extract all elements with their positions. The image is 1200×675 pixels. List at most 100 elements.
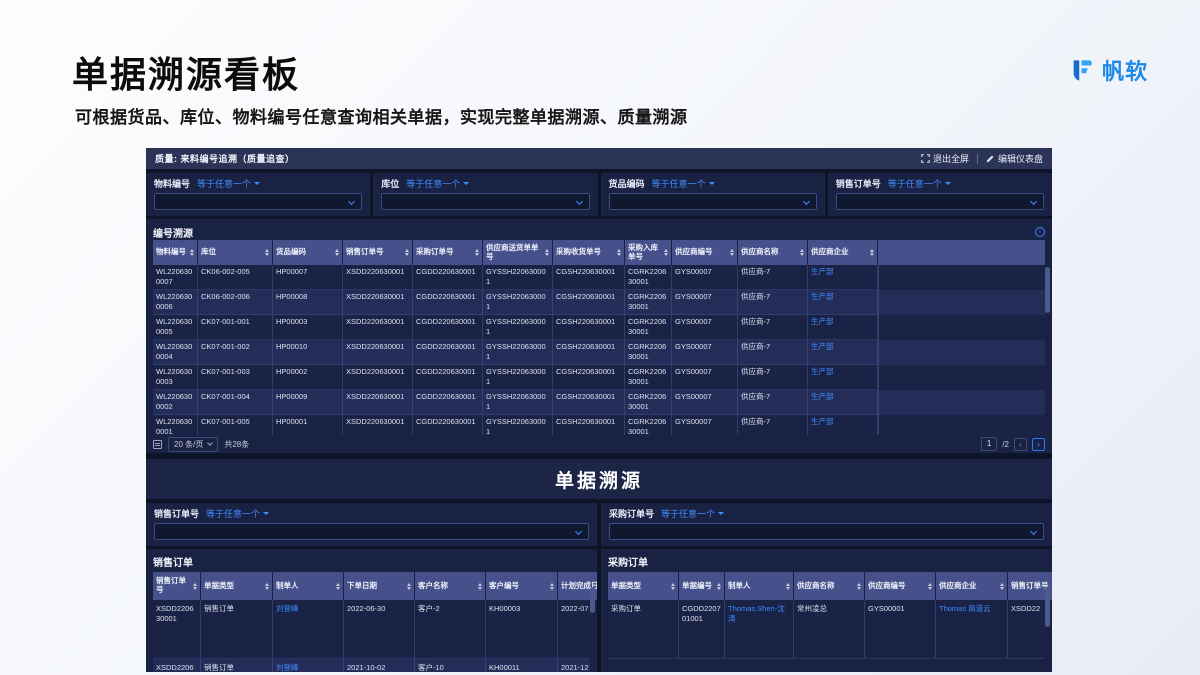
creator-link[interactable]: 刘登峰 — [273, 600, 344, 659]
scrollbar-thumb[interactable] — [1045, 587, 1050, 627]
filter-operator-dropdown[interactable]: 等于任意一个 — [661, 507, 725, 520]
column-header[interactable]: 供应商企业 — [936, 572, 1008, 600]
table-cell: CK07-001-001 — [198, 315, 273, 340]
column-header[interactable]: 单据编号 — [679, 572, 725, 600]
filter-operator-dropdown[interactable]: 等于任意一个 — [197, 177, 261, 190]
column-header-label: 销售订单号 — [156, 576, 186, 594]
column-header[interactable]: 制单人 — [273, 572, 344, 600]
table-cell: GYSSH220630001 — [483, 415, 553, 435]
table-cell: WL2206300006 — [153, 290, 198, 315]
column-header[interactable]: 采购入库单号 — [625, 240, 672, 265]
prev-page-button[interactable]: ‹ — [1014, 437, 1027, 451]
supplier-enterprise-link[interactable]: 生产部 — [808, 415, 878, 435]
filter-label-row: 销售订单号 等于任意一个 — [836, 178, 1044, 189]
scrollbar-thumb[interactable] — [590, 587, 595, 613]
filter-value-select[interactable] — [835, 193, 1044, 210]
page-size-select[interactable]: 20 条/页 — [168, 436, 219, 452]
column-header[interactable]: 供应商名称 — [738, 240, 808, 265]
supplier-enterprise-link[interactable]: 生产部 — [808, 290, 878, 315]
supplier-enterprise-link[interactable]: 生产部 — [808, 390, 878, 415]
filter-operator-label: 等于任意一个 — [406, 179, 461, 189]
table-cell: CGDD220630001 — [413, 365, 483, 390]
trace-table-panel: 编号溯源 i 物料编号 库位 货品编码 销售订单号 采购订单号 供应商送货单单号… — [146, 219, 1052, 453]
scrollbar-thumb[interactable] — [1045, 267, 1050, 313]
exit-fullscreen-button[interactable]: 退出全屏 — [921, 152, 969, 165]
column-header[interactable]: 供应商送货单单号 — [483, 240, 553, 265]
chevron-down-icon — [207, 440, 214, 446]
creator-link[interactable]: Thomas.Shen-沈涛 — [725, 600, 794, 659]
column-header[interactable]: 货品编码 — [273, 240, 343, 265]
filter-value-select[interactable] — [608, 193, 817, 210]
creator-link[interactable]: 刘登峰 — [273, 659, 344, 672]
column-header[interactable]: 客户编号 — [486, 572, 558, 600]
total-count: 共28条 — [224, 439, 250, 449]
filter-operator-dropdown[interactable]: 等于任意一个 — [888, 177, 951, 190]
supplier-enterprise-link[interactable]: 生产部 — [808, 265, 878, 290]
column-header[interactable]: 制单人 — [725, 572, 794, 600]
next-page-button[interactable]: › — [1032, 437, 1045, 451]
table-cell: WL2206300005 — [153, 315, 198, 340]
filter-label-row: 货品编码 等于任意一个 — [609, 178, 817, 189]
column-header-label: 供应商名称 — [741, 247, 779, 257]
filter-label-row: 库位 等于任意一个 — [381, 178, 589, 189]
sort-icon — [550, 582, 554, 590]
table-row: WL2206300004 CK07-001-002 HP00010 XSDD22… — [153, 340, 1045, 365]
filter-operator-dropdown[interactable]: 等于任意一个 — [652, 177, 715, 190]
table-cell: 供应商-7 — [738, 415, 808, 435]
filter-operator-dropdown[interactable]: 等于任意一个 — [406, 177, 470, 190]
column-header[interactable]: 库位 — [198, 240, 273, 265]
column-header[interactable]: 物料编号 — [153, 240, 198, 265]
sort-icon — [478, 582, 482, 590]
filter-value-select[interactable] — [609, 523, 1044, 540]
table-cell: XSDD220630001 — [153, 600, 201, 659]
table-cell: 2022-07 — [558, 600, 590, 659]
column-header-label: 采购入库单号 — [628, 242, 658, 261]
sales-table-header: 销售订单号 单据类型 制单人 下单日期 客户名称 客户编号 计划完成 — [153, 572, 597, 600]
table-cell: XSDD22 — [1008, 600, 1045, 659]
table-cell: CGDD220630001 — [413, 390, 483, 415]
column-header[interactable]: 供应商名称 — [794, 572, 865, 600]
column-header[interactable]: 销售订单号 — [343, 240, 413, 265]
table-cell: WL2206300007 — [153, 265, 198, 290]
info-icon[interactable]: i — [1035, 227, 1045, 237]
table-cell: HP00002 — [273, 365, 343, 390]
filter-value-select[interactable] — [381, 193, 590, 210]
filter-operator-dropdown[interactable]: 等于任意一个 — [206, 507, 270, 520]
current-page-box[interactable]: 1 — [980, 437, 998, 451]
sort-icon — [336, 582, 340, 590]
table-cell: GYSSH220630001 — [483, 365, 553, 390]
column-header[interactable]: 供应商编号 — [865, 572, 936, 600]
column-header[interactable]: 采购订单号 — [413, 240, 483, 265]
sales-table-title: 销售订单 — [153, 557, 193, 569]
filter-value-select[interactable] — [154, 523, 589, 540]
chevron-down-icon — [708, 182, 715, 185]
column-header[interactable]: 采购收货单号 — [553, 240, 625, 265]
column-header[interactable]: 供应商企业 — [808, 240, 878, 265]
column-header[interactable]: 销售订单号 — [153, 572, 201, 600]
table-cell: HP00003 — [273, 315, 343, 340]
table-cell: GYS00001 — [865, 600, 936, 659]
supplier-enterprise-link[interactable]: 生产部 — [808, 315, 878, 340]
purchase-table-header: 单据类型 单据编号 制单人 供应商名称 供应商编号 供应商企业 销售订单号 — [608, 572, 1052, 600]
supplier-enterprise-link[interactable]: 生产部 — [808, 340, 878, 365]
table-cell: CGDD220701001 — [679, 600, 725, 659]
chevron-down-icon — [574, 527, 583, 536]
column-header[interactable]: 单据类型 — [201, 572, 273, 600]
column-header[interactable]: 下单日期 — [344, 572, 415, 600]
column-header[interactable]: 客户名称 — [415, 572, 486, 600]
table-cell: CGSH220630001 — [553, 390, 625, 415]
supplier-enterprise-link[interactable]: Thomas 简道云 — [936, 600, 1008, 659]
table-cell: KH00003 — [486, 600, 558, 659]
purchase-table-body: 采购订单 CGDD220701001 Thomas.Shen-沈涛 常州凌总 G… — [608, 600, 1045, 659]
table-cell: CGDD220630001 — [413, 290, 483, 315]
edit-dashboard-button[interactable]: 编辑仪表盘 — [986, 152, 1043, 165]
edit-dashboard-label: 编辑仪表盘 — [997, 154, 1043, 164]
table-cell: CK06-002-006 — [198, 290, 273, 315]
table-cell: 供应商-7 — [738, 290, 808, 315]
column-header[interactable]: 单据类型 — [608, 572, 679, 600]
pagination-settings-icon[interactable] — [153, 439, 162, 449]
filter-value-select[interactable] — [154, 193, 363, 210]
supplier-enterprise-link[interactable]: 生产部 — [808, 365, 878, 390]
filter-label: 货品编码 — [608, 179, 645, 189]
column-header[interactable]: 供应商编号 — [672, 240, 738, 265]
